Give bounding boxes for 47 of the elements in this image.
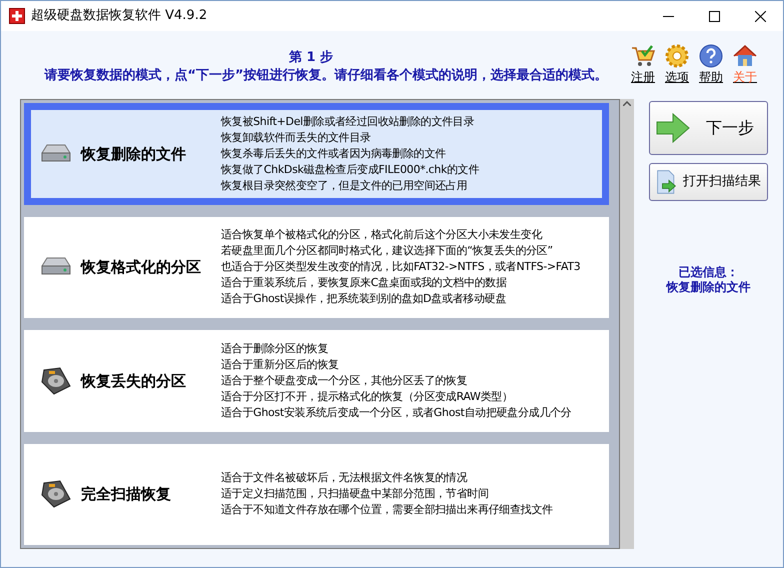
help-icon bbox=[698, 43, 724, 69]
mode-title: 完全扫描恢复 bbox=[81, 484, 172, 505]
mode-description-line: 适合于分区打不开，提示格式化的恢复（分区变成RAW类型） bbox=[221, 388, 514, 405]
mode-description-line: 适合于重装系统后，要恢复原来C盘桌面或我的文档中的数据 bbox=[221, 275, 508, 292]
toolbar-label: 关于 bbox=[733, 69, 757, 85]
mode-description-line: 适合于重新分区后的恢复 bbox=[221, 356, 340, 373]
mode-description-line: 适合恢复单个被格式化的分区，格式化前后这个分区大小未发生变化 bbox=[221, 227, 544, 244]
mode-description-line: 恢复杀毒后丢失的文件或者因为病毒删除的文件 bbox=[221, 146, 447, 162]
mode-description-line: 适合于Ghost误操作，把系统装到别的盘如D盘或者移动硬盘 bbox=[221, 291, 508, 308]
home-icon bbox=[732, 43, 758, 69]
mode-card[interactable]: 恢复删除的文件 恢复被Shift+Del删除或者经过回收站删除的文件目录 恢复卸载软件而丢失的文件目录 恢复杀毒后丢失的文件或者因为病毒删除的文件 恢复做了ChkDsk磁盘检查后变成FILE000*.chk的文件 恢复根目录突然变空了，但是文件的已用空间还占用 bbox=[24, 103, 609, 204]
mode-description-line: 适合于不知道文件存放在哪个位置，需要全部扫描出来再仔细查找文件 bbox=[221, 502, 553, 518]
mode-title: 恢复删除的文件 bbox=[81, 144, 187, 164]
next-step-button[interactable]: 下一步 bbox=[649, 101, 768, 155]
mode-card[interactable]: 恢复格式化的分区 适合恢复单个被格式化的分区，格式化前后这个分区大小未发生变化 若硬盘里面几个分区都同时格式化，建议选择下面的“恢复丢失的分区” 也适合于分区类型发生改变的情况，比如FAT32->NTFS，或者NTFS->FAT3 适合于重装系统后，要恢复原来C盘桌面或我的文档中的数据 适合于Ghost误操作，把系统装到别的盘如D盘或者移动硬盘 bbox=[24, 216, 609, 318]
window-title: 超级硬盘数据恢复软件 V4.9.2 bbox=[31, 7, 208, 26]
selected-info-label: 已选信息： bbox=[678, 265, 738, 280]
toolbar-label: 注册 bbox=[631, 69, 655, 85]
mode-description-line: 适合于整个硬盘变成一个分区，其他分区丢了的恢复 bbox=[221, 372, 468, 389]
step-heading: 第 1 步 bbox=[288, 49, 334, 67]
maximize-icon bbox=[708, 10, 720, 22]
mode-description-line: 恢复卸载软件而丢失的文件目录 bbox=[221, 130, 372, 146]
mode-description-line: 适合于文件名被破坏后，无法根据文件名恢复的情况 bbox=[221, 470, 468, 486]
close-icon bbox=[754, 10, 766, 22]
mode-description-line: 恢复被Shift+Del删除或者经过回收站删除的文件目录 bbox=[221, 114, 476, 130]
mode-description-line: 若硬盘里面几个分区都同时格式化，建议选择下面的“恢复丢失的分区” bbox=[221, 243, 554, 260]
mode-card[interactable]: 恢复丢失的分区 适合于删除分区的恢复 适合于重新分区后的恢复 适合于整个硬盘变成一个分区，其他分区丢了的恢复 适合于分区打不开，提示格式化的恢复（分区变成RAW类型） 适合于Ghost安装系统后变成一个分区，或者Ghost自动把硬盘分成几个分 bbox=[24, 330, 609, 432]
instruction-text: 请要恢复数据的模式，点“下一步”按钮进行恢复。请仔细看各个模式的说明，选择最合适的模式。 bbox=[44, 67, 608, 85]
mode-description-line: 恢复做了ChkDsk磁盘检查后变成FILE000*.chk的文件 bbox=[221, 162, 480, 178]
mode-description-line: 适合于Ghost安装系统后变成一个分区，或者Ghost自动把硬盘分成几个分 bbox=[221, 404, 572, 421]
mode-description-line: 适合于删除分区的恢复 bbox=[221, 340, 330, 357]
mode-description-line: 也适合于分区类型发生改变的情况，比如FAT32->NTFS，或者NTFS->FAT3 bbox=[221, 259, 580, 276]
toolbar-link[interactable]: 帮助 bbox=[697, 43, 725, 85]
open-scan-results-button[interactable]: 打开扫描结果 bbox=[649, 163, 768, 201]
scrollbar[interactable] bbox=[620, 99, 634, 549]
mode-title: 恢复格式化的分区 bbox=[81, 257, 202, 278]
gear-icon bbox=[664, 43, 690, 69]
app-icon bbox=[9, 8, 25, 24]
mode-description-line: 恢复根目录突然变空了，但是文件的已用空间还占用 bbox=[221, 178, 468, 194]
mode-title: 恢复丢失的分区 bbox=[81, 370, 187, 392]
toolbar-link[interactable]: 注册 bbox=[629, 43, 657, 85]
selected-info-value: 恢复删除的文件 bbox=[666, 280, 750, 295]
arrow-right-icon bbox=[656, 113, 690, 143]
toolbar-label: 帮助 bbox=[699, 69, 723, 85]
cart-icon bbox=[630, 43, 656, 69]
mode-card[interactable]: 完全扫描恢复 适合于文件名被破坏后，无法根据文件名恢复的情况 适于定义扫描范围，只扫描硬盘中某部分范围，节省时间 适合于不知道文件存放在哪个位置，需要全部扫描出来再仔细查找文件 bbox=[24, 444, 609, 545]
mode-description-line: 适于定义扫描范围，只扫描硬盘中某部分范围，节省时间 bbox=[221, 486, 490, 502]
